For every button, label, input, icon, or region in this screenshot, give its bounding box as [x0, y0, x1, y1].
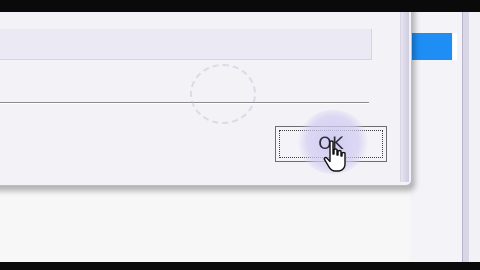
busy-spinner-icon	[190, 64, 256, 124]
background-window-edge	[469, 12, 480, 262]
top-letterbox-bar	[0, 0, 480, 12]
background-window-scrollbar[interactable]	[462, 12, 469, 262]
dialog-list-box[interactable]	[0, 29, 372, 60]
hand-pointer-cursor-icon	[323, 140, 346, 172]
dialog-border-edge	[400, 12, 409, 182]
dialog-separator	[0, 102, 369, 104]
background-window-selected-row[interactable]	[410, 33, 452, 60]
background-window-divider	[453, 33, 457, 60]
screen: OK	[0, 0, 480, 270]
bottom-letterbox-bar	[0, 262, 480, 270]
